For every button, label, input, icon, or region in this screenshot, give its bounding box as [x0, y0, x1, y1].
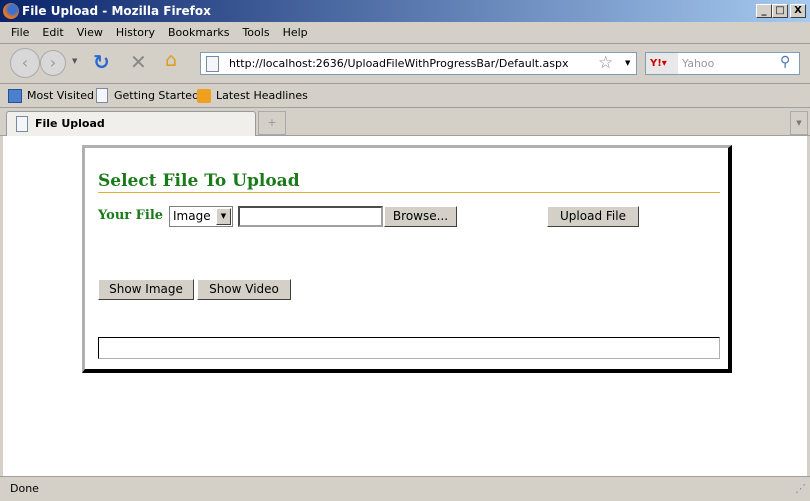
- upload-panel: Select File To Upload Your File Image ▼ B…: [82, 145, 732, 373]
- yahoo-engine-icon[interactable]: Y!▾: [646, 53, 678, 74]
- most-visited-icon: [8, 89, 22, 103]
- menu-help[interactable]: Help: [283, 26, 308, 39]
- file-type-value: Image: [173, 209, 211, 223]
- page-content: Select File To Upload Your File Image ▼ B…: [3, 136, 807, 476]
- search-input[interactable]: Yahoo: [682, 53, 714, 74]
- bookmarks-toolbar: Most Visited Getting Started Latest Head…: [0, 84, 810, 108]
- url-dropdown-icon[interactable]: ▼: [625, 59, 630, 67]
- minimize-button[interactable]: _: [756, 4, 772, 18]
- tab-list-button[interactable]: ▼: [790, 111, 808, 135]
- new-tab-button[interactable]: +: [258, 111, 286, 135]
- file-type-select[interactable]: Image ▼: [169, 206, 233, 227]
- show-video-button[interactable]: Show Video: [197, 279, 291, 300]
- url-text[interactable]: http://localhost:2636/UploadFileWithProg…: [229, 53, 569, 74]
- maximize-button[interactable]: □: [772, 4, 788, 18]
- history-dropdown-icon[interactable]: ▼: [72, 57, 77, 65]
- upload-file-button[interactable]: Upload File: [547, 206, 639, 227]
- page-heading: Select File To Upload: [98, 171, 720, 193]
- forward-button[interactable]: ›: [40, 50, 66, 76]
- home-icon[interactable]: ⌂: [165, 49, 177, 71]
- show-image-button[interactable]: Show Image: [98, 279, 194, 300]
- file-path-input[interactable]: [238, 206, 383, 227]
- page-icon: [206, 56, 219, 72]
- browse-button[interactable]: Browse...: [384, 206, 457, 227]
- tab-file-upload[interactable]: File Upload: [6, 111, 256, 136]
- menu-bookmarks[interactable]: Bookmarks: [168, 26, 229, 39]
- chevron-down-icon[interactable]: ▼: [216, 208, 231, 225]
- menu-view[interactable]: View: [77, 26, 103, 39]
- stop-icon[interactable]: ✕: [130, 50, 147, 74]
- url-bar[interactable]: http://localhost:2636/UploadFileWithProg…: [200, 52, 637, 75]
- firefox-icon: [3, 3, 19, 19]
- reload-icon[interactable]: ↻: [93, 50, 110, 74]
- rss-icon: [197, 89, 211, 103]
- page-icon: [16, 116, 28, 132]
- search-icon[interactable]: ⚲: [780, 54, 790, 70]
- your-file-label: Your File: [98, 208, 164, 223]
- bookmark-star-icon[interactable]: ☆: [598, 53, 613, 73]
- tab-bar: File Upload + ▼: [0, 108, 810, 136]
- tab-label: File Upload: [35, 117, 105, 130]
- search-bar[interactable]: Y!▾ Yahoo ⚲: [645, 52, 800, 75]
- bookmark-latest-headlines[interactable]: Latest Headlines: [216, 84, 308, 108]
- menu-bar: File Edit View History Bookmarks Tools Help: [0, 22, 810, 44]
- bookmark-getting-started[interactable]: Getting Started: [114, 84, 199, 108]
- status-bar: Done ⋰: [0, 476, 810, 500]
- resize-grip-icon[interactable]: ⋰: [795, 477, 806, 501]
- menu-file[interactable]: File: [11, 26, 29, 39]
- close-button[interactable]: X: [790, 4, 806, 18]
- upload-progress-bar: [98, 337, 720, 359]
- status-text: Done: [10, 482, 39, 495]
- page-icon: [96, 88, 108, 103]
- window-title-bar: File Upload - Mozilla Firefox: [0, 0, 810, 22]
- window-title: File Upload - Mozilla Firefox: [22, 4, 211, 18]
- menu-history[interactable]: History: [116, 26, 155, 39]
- bookmark-most-visited[interactable]: Most Visited: [27, 84, 94, 108]
- menu-edit[interactable]: Edit: [42, 26, 63, 39]
- menu-tools[interactable]: Tools: [242, 26, 269, 39]
- back-button[interactable]: ‹: [10, 48, 40, 78]
